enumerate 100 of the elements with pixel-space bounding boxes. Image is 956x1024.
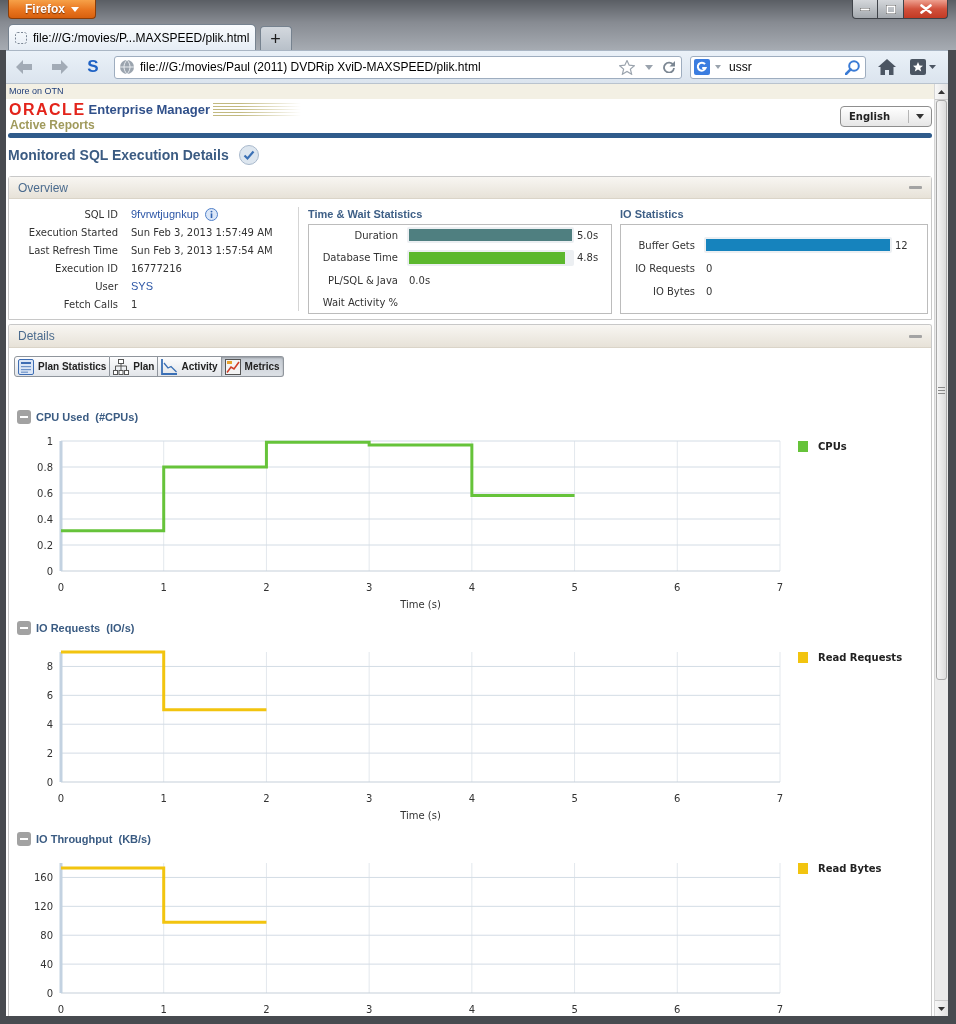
new-tab-button[interactable]: +	[259, 26, 292, 50]
maximize-icon	[885, 4, 896, 14]
caret-icon	[916, 114, 924, 119]
field-label: Fetch Calls	[63, 297, 118, 312]
stat-label: Duration	[354, 228, 398, 243]
x-tick-label: 6	[674, 1004, 681, 1015]
stat-value: 0	[706, 284, 713, 299]
y-tick-label: 0.6	[37, 488, 53, 499]
y-tick-label: 8	[46, 661, 53, 673]
field-label: Execution ID	[55, 261, 118, 276]
stat-value: 0.0s	[409, 273, 431, 288]
minimize-icon[interactable]	[909, 334, 922, 338]
collapse-icon[interactable]	[17, 410, 31, 424]
stat-value: 12	[895, 238, 908, 253]
y-tick-label: 0	[46, 566, 53, 577]
forward-arrow-icon[interactable]	[52, 60, 68, 74]
y-tick-label: 4	[46, 719, 53, 731]
stat-label: IO Requests	[635, 261, 695, 276]
x-tick-label: 5	[571, 582, 578, 593]
field-value: 1	[131, 297, 138, 312]
x-tick-label: 7	[776, 582, 784, 593]
field-link[interactable]: 9fvrwtjugnkup	[131, 205, 199, 223]
addon-button[interactable]: S	[84, 57, 102, 77]
bookmarks-icon[interactable]	[910, 59, 936, 75]
dropdown-caret-icon[interactable]	[715, 65, 721, 69]
field-label: Execution Started	[28, 225, 118, 240]
x-tick-label: 2	[263, 1004, 270, 1015]
search-field[interactable]: ussr	[690, 55, 866, 79]
x-tick-label: 2	[263, 793, 270, 804]
line-chart-icon	[161, 358, 178, 375]
minimize-icon	[860, 7, 870, 11]
x-tick-label: 5	[571, 1004, 578, 1015]
x-tick-label: 1	[160, 793, 167, 804]
search-icon[interactable]	[845, 59, 860, 75]
scroll-up-button[interactable]	[935, 84, 948, 100]
collapse-icon[interactable]	[17, 832, 31, 846]
panel-title: Overview	[18, 179, 68, 197]
stat-value: 0	[706, 261, 713, 276]
reload-icon[interactable]	[663, 61, 675, 73]
globe-icon	[120, 60, 134, 74]
x-tick-label: 4	[468, 793, 476, 804]
y-tick-label: 2	[46, 748, 53, 760]
field-value: 16777216	[131, 261, 182, 276]
otn-link[interactable]: More on OTN	[9, 84, 64, 99]
chart-picture-icon	[224, 358, 241, 375]
x-tick-label: 5	[571, 793, 578, 804]
blank-page-icon	[15, 31, 27, 44]
panel-title: Details	[18, 328, 55, 345]
back-arrow-icon[interactable]	[16, 60, 32, 74]
field-label: Last Refresh Time	[28, 243, 118, 258]
x-tick-label: 2	[263, 582, 270, 593]
collapse-icon[interactable]	[17, 621, 31, 635]
view-tab[interactable]: Activity	[158, 356, 222, 377]
chart-title: IO Requests (IO/s)	[36, 620, 135, 636]
chart-title: CPU Used (#CPUs)	[36, 409, 139, 425]
browser-tab[interactable]: file:///G:/movies/P...MAXSPEED/plik.html	[8, 24, 256, 50]
page-title: Monitored SQL Execution Details	[8, 145, 229, 165]
view-tab[interactable]: Plan	[110, 356, 159, 377]
dropdown-caret-icon[interactable]	[645, 64, 653, 70]
view-tab[interactable]: Metrics	[221, 356, 284, 377]
minimize-button[interactable]	[852, 0, 878, 19]
caret-icon	[71, 6, 79, 12]
legend-label: Read Bytes	[818, 863, 882, 874]
scrollbar-thumb[interactable]	[936, 100, 947, 680]
x-tick-label: 3	[365, 793, 373, 804]
chart-title: IO Throughput (KB/s)	[36, 831, 151, 847]
close-button[interactable]	[904, 0, 948, 19]
x-tick-label: 1	[160, 582, 167, 593]
stat-label: PL/SQL & Java	[327, 273, 398, 288]
field-link[interactable]: SYS	[131, 277, 153, 295]
home-icon[interactable]	[878, 59, 896, 75]
up-arrow-icon	[938, 89, 945, 94]
x-tick-label: 4	[468, 582, 476, 593]
y-tick-label: 0.4	[37, 514, 53, 525]
x-tick-label: 3	[365, 582, 373, 593]
section-title: IO Statistics	[620, 207, 684, 223]
x-tick-label: 0	[57, 793, 65, 804]
legend-label: Read Requests	[818, 652, 903, 663]
info-icon[interactable]	[204, 207, 218, 221]
star-icon[interactable]	[619, 59, 635, 75]
x-tick-label: 6	[674, 582, 681, 593]
stat-label: Database Time	[322, 251, 398, 266]
x-tick-label: 7	[776, 793, 784, 804]
maximize-button[interactable]	[878, 0, 904, 19]
scroll-down-button[interactable]	[935, 1000, 948, 1016]
y-tick-label: 0.8	[37, 462, 53, 473]
field-label: SQL ID	[84, 207, 118, 222]
x-axis-title: Time (s)	[400, 810, 441, 821]
section-title: Time & Wait Statistics	[308, 207, 423, 223]
scrollbar-track[interactable]	[934, 84, 948, 1016]
table-icon	[18, 358, 34, 375]
x-tick-label: 3	[365, 1004, 373, 1015]
down-arrow-icon	[938, 1006, 945, 1011]
view-tab[interactable]: Plan Statistics	[14, 356, 111, 377]
product-name: Enterprise Manager	[88, 103, 210, 116]
oracle-logo: ORACLE	[9, 101, 86, 118]
y-tick-label: 120	[33, 901, 53, 913]
x-tick-label: 0	[57, 582, 65, 593]
address-bar[interactable]: file:///G:/movies/Paul (2011) DVDRip XviD-MAXSPEED/plik.html	[114, 55, 682, 79]
language-select[interactable]: English	[840, 106, 932, 127]
